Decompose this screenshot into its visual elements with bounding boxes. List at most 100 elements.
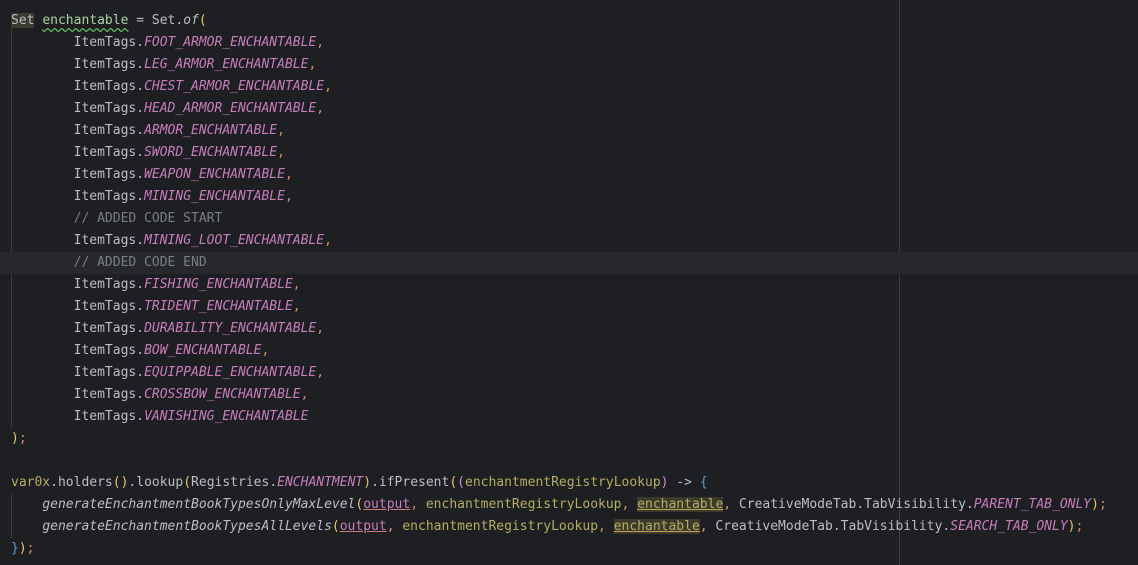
code-line[interactable]: ItemTags.WEAPON_ENCHANTABLE, bbox=[0, 164, 1138, 186]
code-line-text: var0x.holders().lookup(Registries.ENCHAN… bbox=[11, 472, 708, 494]
code-line[interactable]: ItemTags.VANISHING_ENCHANTABLE bbox=[0, 406, 1138, 428]
code-token: SEARCH_TAB_ONLY bbox=[950, 519, 1068, 534]
code-token: , bbox=[261, 343, 270, 358]
code-line[interactable]: ItemTags.FOOT_ARMOR_ENCHANTABLE, bbox=[0, 32, 1138, 54]
code-line-text: generateEnchantmentBookTypesOnlyMaxLevel… bbox=[11, 494, 1107, 516]
code-line[interactable]: ); bbox=[0, 428, 1138, 450]
code-token: MINING_LOOT_ENCHANTABLE bbox=[144, 233, 325, 248]
code-editor[interactable]: Set enchantable = Set.of( ItemTags.FOOT_… bbox=[0, 0, 1138, 565]
code-line[interactable]: ItemTags.SWORD_ENCHANTABLE, bbox=[0, 142, 1138, 164]
code-line-text: ItemTags.BOW_ENCHANTABLE, bbox=[11, 340, 270, 362]
code-token: ItemTags. bbox=[11, 277, 145, 292]
code-token: LEG_ARMOR_ENCHANTABLE bbox=[144, 57, 309, 72]
code-line-text: ItemTags.WEAPON_ENCHANTABLE, bbox=[11, 164, 293, 186]
code-line[interactable]: generateEnchantmentBookTypesOnlyMaxLevel… bbox=[0, 494, 1138, 516]
code-token: = Set. bbox=[128, 13, 184, 28]
code-token: , bbox=[410, 497, 419, 512]
code-line[interactable]: // ADDED CODE START bbox=[0, 208, 1138, 230]
code-line[interactable]: ItemTags.CHEST_ARMOR_ENCHANTABLE, bbox=[0, 76, 1138, 98]
code-line[interactable]: ItemTags.ARMOR_ENCHANTABLE, bbox=[0, 120, 1138, 142]
code-token: output bbox=[339, 519, 387, 534]
code-line[interactable]: ItemTags.DURABILITY_ENCHANTABLE, bbox=[0, 318, 1138, 340]
code-line[interactable]: }); bbox=[0, 538, 1138, 560]
code-token: var0x bbox=[11, 475, 51, 490]
code-line[interactable]: ItemTags.HEAD_ARMOR_ENCHANTABLE, bbox=[0, 98, 1138, 120]
code-token: enchantmentRegistryLookup bbox=[425, 497, 622, 512]
code-token: ( bbox=[331, 519, 340, 534]
code-line-text: ItemTags.SWORD_ENCHANTABLE, bbox=[11, 142, 285, 164]
code-token: // ADDED CODE START bbox=[11, 211, 223, 226]
code-line[interactable] bbox=[0, 450, 1138, 472]
code-token: ItemTags. bbox=[11, 101, 145, 116]
code-line-text: ); bbox=[11, 428, 27, 450]
code-line[interactable]: ItemTags.LEG_ARMOR_ENCHANTABLE, bbox=[0, 54, 1138, 76]
code-token: ItemTags. bbox=[11, 343, 145, 358]
code-token: Registries. bbox=[191, 475, 278, 490]
code-token: ENCHANTMENT bbox=[277, 475, 364, 490]
code-token: , bbox=[316, 35, 325, 50]
code-token: output bbox=[363, 497, 411, 512]
code-line-current[interactable]: // ADDED CODE END bbox=[0, 252, 1138, 274]
code-line[interactable]: ItemTags.BOW_ENCHANTABLE, bbox=[0, 340, 1138, 362]
code-token: , bbox=[386, 519, 395, 534]
code-token: PARENT_TAB_ONLY bbox=[973, 497, 1092, 512]
code-line-text: ItemTags.FOOT_ARMOR_ENCHANTABLE, bbox=[11, 32, 324, 54]
code-line-text: Set enchantable = Set.of( bbox=[11, 10, 207, 32]
code-line[interactable]: ItemTags.FISHING_ENCHANTABLE, bbox=[0, 274, 1138, 296]
code-line-text: ItemTags.LEG_ARMOR_ENCHANTABLE, bbox=[11, 54, 317, 76]
code-token: CROSSBOW_ENCHANTABLE bbox=[144, 387, 301, 402]
code-token: enchantmentRegistryLookup bbox=[465, 475, 661, 490]
code-token: , bbox=[277, 145, 285, 160]
code-token: , bbox=[324, 233, 332, 248]
code-token: MINING_ENCHANTABLE bbox=[144, 189, 285, 204]
code-line-text: ItemTags.TRIDENT_ENCHANTABLE, bbox=[11, 296, 301, 318]
code-token: HEAD_ARMOR_ENCHANTABLE bbox=[144, 101, 317, 116]
code-line[interactable]: Set enchantable = Set.of( bbox=[0, 10, 1138, 32]
code-token: ) bbox=[11, 431, 19, 446]
code-token: VANISHING_ENCHANTABLE bbox=[144, 409, 309, 424]
code-token: ItemTags. bbox=[11, 409, 145, 424]
code-line-text: // ADDED CODE START bbox=[11, 208, 223, 230]
code-token: ItemTags. bbox=[11, 387, 145, 402]
code-line[interactable]: ItemTags.MINING_LOOT_ENCHANTABLE, bbox=[0, 230, 1138, 252]
code-token: ItemTags. bbox=[11, 233, 145, 248]
code-token: ARMOR_ENCHANTABLE bbox=[144, 123, 278, 138]
code-token: , bbox=[598, 519, 606, 534]
code-token: WEAPON_ENCHANTABLE bbox=[144, 167, 285, 182]
code-line-text: ItemTags.CROSSBOW_ENCHANTABLE, bbox=[11, 384, 309, 406]
code-token: enchantmentRegistryLookup bbox=[402, 519, 599, 534]
code-token: , bbox=[300, 387, 309, 402]
code-token: () bbox=[112, 475, 129, 490]
code-line[interactable]: ItemTags.EQUIPPABLE_ENCHANTABLE, bbox=[0, 362, 1138, 384]
code-token: ItemTags. bbox=[11, 167, 145, 182]
code-token: ) bbox=[363, 475, 372, 490]
code-line[interactable]: ItemTags.MINING_ENCHANTABLE, bbox=[0, 186, 1138, 208]
code-line[interactable]: var0x.holders().lookup(Registries.ENCHAN… bbox=[0, 472, 1138, 494]
code-line[interactable]: generateEnchantmentBookTypesAllLevels(ou… bbox=[0, 516, 1138, 538]
code-token: , bbox=[292, 299, 301, 314]
code-token: ; bbox=[18, 431, 27, 446]
code-token: ItemTags. bbox=[11, 57, 145, 72]
code-line[interactable]: ItemTags.CROSSBOW_ENCHANTABLE, bbox=[0, 384, 1138, 406]
code-token: ( bbox=[457, 475, 465, 490]
code-token: , bbox=[723, 497, 732, 512]
code-token: .lookup bbox=[128, 475, 184, 490]
code-line-text: ItemTags.DURABILITY_ENCHANTABLE, bbox=[11, 318, 324, 340]
code-token: CreativeModeTab.TabVisibility. bbox=[731, 497, 974, 512]
code-line-text: ItemTags.VANISHING_ENCHANTABLE bbox=[11, 406, 309, 428]
code-token: CreativeModeTab.TabVisibility. bbox=[707, 519, 951, 534]
code-token: ItemTags. bbox=[11, 79, 145, 94]
code-token: , bbox=[316, 321, 325, 336]
code-token: ) bbox=[660, 475, 669, 490]
code-token: , bbox=[324, 79, 332, 94]
code-token: generateEnchantmentBookTypesAllLevels bbox=[42, 519, 332, 534]
code-token: BOW_ENCHANTABLE bbox=[144, 343, 262, 358]
code-token: { bbox=[699, 475, 708, 490]
code-line[interactable]: ItemTags.TRIDENT_ENCHANTABLE, bbox=[0, 296, 1138, 318]
code-token: , bbox=[699, 519, 708, 534]
code-token: , bbox=[277, 123, 285, 138]
